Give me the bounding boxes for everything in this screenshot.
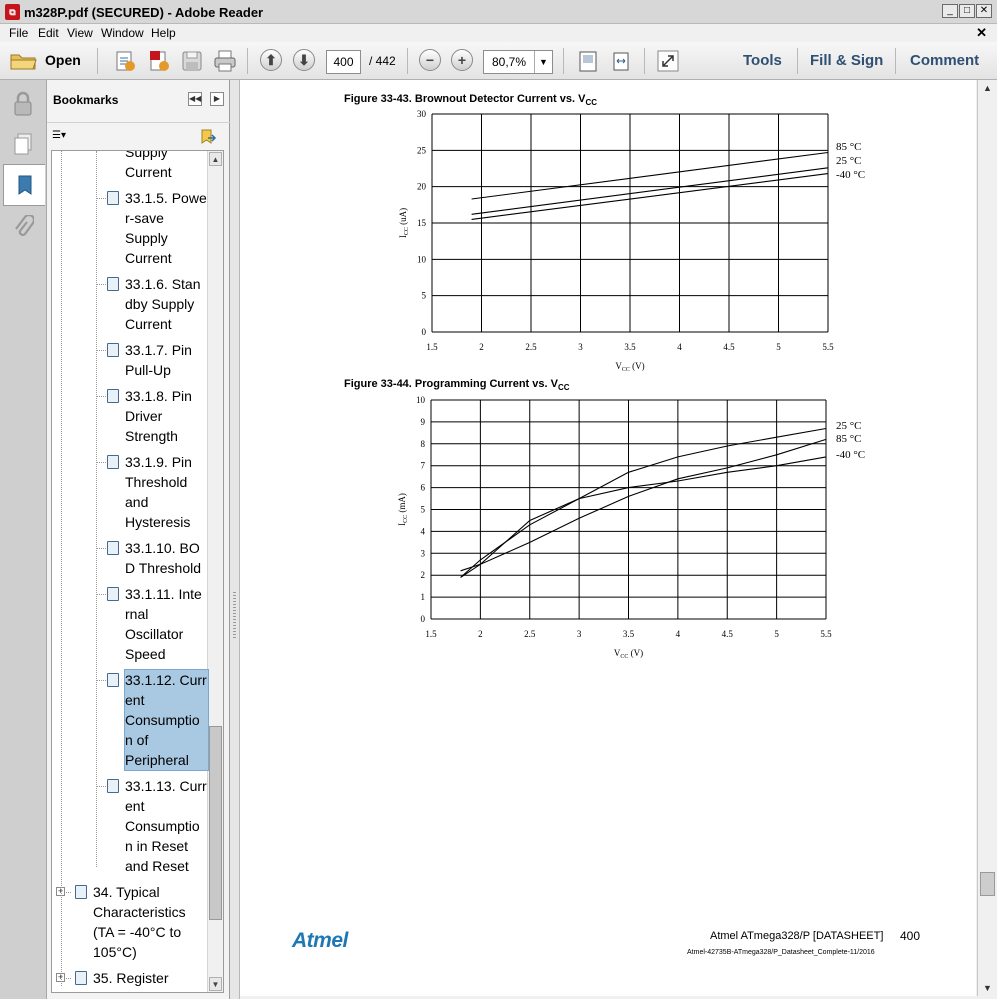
x-tick-label: 5.5 [822,342,834,352]
x-tick-label: 4 [676,629,681,639]
x-tick-label: 5 [776,342,781,352]
x-tick-label: 4.5 [722,629,734,639]
series-line-2 [471,173,829,220]
scroll-down-icon[interactable]: ▼ [980,980,995,996]
y-tick-label: 1 [421,592,426,602]
y-axis-label: ICC (uA) [398,208,410,238]
series-label: 85 °C [836,433,862,445]
document-scroll-thumb[interactable] [980,872,995,896]
close-document-icon[interactable]: ✕ [976,25,987,41]
footer-title: Atmel ATmega328/P [DATASHEET] [710,930,884,942]
y-tick-label: 0 [422,327,427,337]
caption-text: Figure 33-43. Brownout Detector Current … [344,93,586,105]
series-label: 85 °C [836,141,862,153]
scroll-up-icon[interactable]: ▲ [980,80,995,96]
series-line-0 [471,151,829,200]
x-tick-label: 3 [578,342,583,352]
y-tick-label: 30 [417,109,427,119]
y-tick-label: 15 [417,218,427,228]
x-tick-label: 4 [677,342,682,352]
document-scrollbar[interactable]: ▲ ▼ [977,80,997,996]
close-button[interactable]: ✕ [976,4,992,18]
x-tick-label: 2 [478,629,483,639]
x-tick-label: 2.5 [525,342,537,352]
x-tick-label: 5 [774,629,779,639]
y-tick-label: 7 [421,461,426,471]
x-tick-label: 1.5 [426,342,438,352]
x-tick-label: 2 [479,342,484,352]
x-tick-label: 1.5 [425,629,437,639]
x-axis-label: VCC (V) [614,648,643,660]
caption-subscript: CC [585,98,597,108]
y-tick-label: 4 [421,526,426,536]
y-tick-label: 2 [421,570,426,580]
y-tick-label: 25 [417,145,427,155]
y-tick-label: 5 [422,291,427,301]
figure-caption-brownout: Figure 33-43. Brownout Detector Current … [344,93,597,107]
y-tick-label: 10 [416,395,426,405]
x-axis-label: VCC (V) [615,361,644,373]
x-tick-label: 3.5 [623,629,635,639]
series-label: 25 °C [836,420,862,432]
y-axis-label: ICC (mA) [397,493,409,526]
figure-caption-programming: Figure 33-44. Programming Current vs. VC… [344,378,570,392]
series-label: 25 °C [836,155,862,167]
series-label: -40 °C [836,449,865,461]
charts-layer: 1.5 2 2.5 3 3.5 4 4.5 5 5.5051015202530VCC (V)IC… [397,109,865,660]
x-tick-label: 3.5 [624,342,636,352]
y-tick-label: 8 [421,439,426,449]
series-label: -40 °C [836,169,865,181]
footer-document-id: Atmel-42735B-ATmega328/P_Datasheet_Compl… [687,949,875,956]
y-tick-label: 5 [421,505,426,515]
x-tick-label: 2.5 [524,629,536,639]
y-tick-label: 0 [421,614,426,624]
x-tick-label: 3 [577,629,582,639]
y-tick-label: 6 [421,483,426,493]
y-tick-label: 20 [417,182,427,192]
x-tick-label: 4.5 [723,342,735,352]
caption-subscript: CC [557,383,570,393]
atmel-logo: Atmel [292,929,348,952]
caption-text: Figure 33-44. Programming Current vs. V [344,378,558,390]
y-tick-label: 10 [417,254,427,264]
y-tick-label: 3 [421,548,426,558]
y-tick-label: 9 [421,417,426,427]
series-line-0 [460,427,827,578]
series-line-1 [460,438,827,578]
footer-page-number: 400 [900,929,921,943]
series-line-1 [471,167,829,215]
x-tick-label: 5.5 [820,629,832,639]
